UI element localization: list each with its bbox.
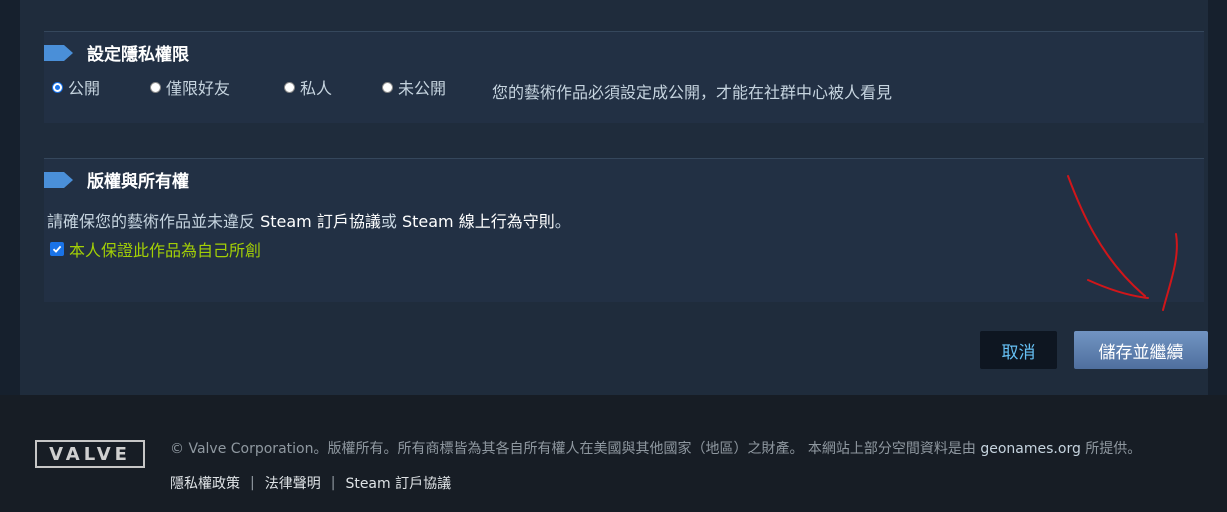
agree-checkbox-row[interactable]: 本人保證此作品為自己所創 [50, 237, 261, 261]
radio-unlisted[interactable]: 未公開 [382, 75, 446, 99]
agree-label: 本人保證此作品為自己所創 [69, 241, 262, 260]
radio-private-label: 私人 [300, 79, 333, 98]
footer-copyright: © Valve Corporation。版權所有。所有商標皆為其各自所有權人在美… [170, 438, 1141, 458]
copyright-title-text: 版權與所有權 [87, 172, 189, 192]
radio-friends-only-label: 僅限好友 [166, 79, 231, 98]
left-gutter [0, 0, 20, 395]
copyright-text-after: 。 [554, 212, 571, 231]
save-and-continue-button[interactable]: 儲存並繼續 [1074, 331, 1208, 369]
conduct-link[interactable]: Steam 線上行為守則 [402, 212, 555, 231]
ssa-link[interactable]: Steam 訂戶協議 [260, 212, 381, 231]
radio-unlisted-button[interactable] [382, 81, 393, 93]
copyright-text-mid: 或 [380, 212, 402, 231]
radio-friends-only[interactable]: 僅限好友 [150, 75, 284, 99]
checkmark-icon [52, 245, 62, 253]
footer-separator: | [330, 475, 336, 491]
copyright-section: 版權與所有權 請確保您的藝術作品並未違反 Steam 訂戶協議或 Steam 線… [44, 158, 1204, 302]
footer-copyright-a: © Valve Corporation。版權所有。所有商標皆為其各自所有權人在美… [170, 441, 981, 457]
privacy-title-text: 設定隱私權限 [87, 45, 189, 65]
radio-public[interactable]: 公開 [52, 75, 150, 99]
privacy-section-title: 設定隱私權限 [44, 40, 189, 65]
legal-link[interactable]: 法律聲明 [265, 473, 321, 493]
tag-icon [44, 44, 73, 61]
valve-logo[interactable]: VALVE [35, 440, 145, 468]
radio-public-button[interactable] [52, 81, 63, 93]
right-gutter [1208, 0, 1227, 395]
privacy-section: 設定隱私權限 公開 僅限好友 私人 未公開 您的藝術作品必須設定成公開，才能在社… [44, 31, 1204, 123]
copyright-text-before: 請確保您的藝術作品並未違反 [47, 212, 261, 231]
cancel-button[interactable]: 取消 [980, 331, 1057, 369]
geonames-link[interactable]: geonames.org [980, 441, 1080, 457]
footer-separator: | [250, 475, 255, 491]
radio-public-label: 公開 [68, 79, 101, 98]
privacy-policy-link[interactable]: 隱私權政策 [170, 473, 240, 493]
privacy-options: 公開 僅限好友 私人 未公開 [52, 75, 446, 99]
copyright-statement: 請確保您的藝術作品並未違反 Steam 訂戶協議或 Steam 線上行為守則。 [47, 208, 571, 232]
radio-unlisted-label: 未公開 [398, 79, 447, 98]
footer-links: 隱私權政策 | 法律聲明 | Steam 訂戶協議 [170, 473, 451, 493]
privacy-note: 您的藝術作品必須設定成公開，才能在社群中心被人看見 [492, 83, 893, 102]
radio-private-button[interactable] [284, 81, 295, 93]
ssa-footer-link[interactable]: Steam 訂戶協議 [345, 473, 451, 493]
copyright-section-title: 版權與所有權 [44, 167, 189, 192]
tag-icon [44, 171, 73, 188]
agree-checkbox[interactable] [50, 242, 64, 256]
radio-private[interactable]: 私人 [284, 75, 382, 99]
footer-copyright-b: 所提供。 [1080, 441, 1142, 457]
radio-friends-only-button[interactable] [150, 81, 161, 93]
